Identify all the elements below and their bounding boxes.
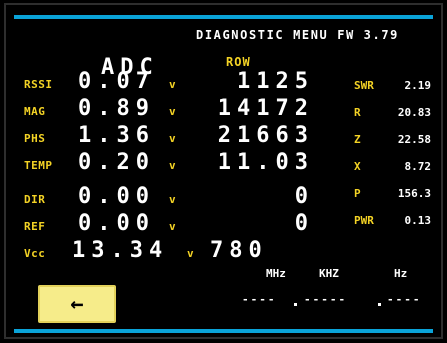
adc-value-mag: 0.89: [78, 96, 155, 121]
adc-value-rssi: 0.07: [78, 69, 155, 94]
freq-mhz-value: ----: [242, 293, 277, 306]
adc-unit-vcc: v: [187, 247, 194, 260]
freq-khz-value: -----: [304, 293, 348, 306]
reading-value-swr: 2.19: [404, 79, 432, 92]
reading-value-z: 22.58: [397, 133, 431, 146]
row-label-temp: TEMP: [24, 159, 53, 172]
raw-column-header: ROW: [226, 55, 251, 69]
raw-value-phs: 21663: [217, 123, 314, 148]
adc-value-dir: 0.00: [78, 184, 155, 209]
row-label-vcc: Vcc: [24, 247, 46, 260]
row-label-phs: PHS: [24, 132, 46, 145]
freq-decimal-dot: [294, 303, 297, 306]
top-accent-bar: [14, 15, 433, 19]
back-button[interactable]: ←: [38, 285, 116, 323]
freq-khz-label: KHZ: [319, 267, 339, 280]
bottom-accent-bar: [14, 329, 433, 333]
raw-value-rssi: 1125: [237, 69, 314, 94]
freq-hz-value: ----: [387, 293, 422, 306]
adc-value-temp: 0.20: [78, 150, 155, 175]
adc-unit-temp: v: [169, 159, 176, 172]
raw-value-vcc: 780: [210, 238, 268, 263]
arrow-left-icon: ←: [70, 291, 84, 317]
reading-label-x: X: [354, 160, 361, 173]
raw-value-dir: 0: [294, 184, 314, 209]
reading-label-z: Z: [354, 133, 361, 146]
raw-value-temp: 11.03: [217, 150, 314, 175]
freq-mhz-label: MHz: [266, 267, 286, 280]
adc-unit-rssi: v: [169, 78, 176, 91]
reading-value-r: 20.83: [397, 106, 431, 119]
adc-unit-phs: v: [169, 132, 176, 145]
adc-unit-dir: v: [169, 193, 176, 206]
reading-value-pwr: 0.13: [404, 214, 432, 227]
adc-value-phs: 1.36: [78, 123, 155, 148]
reading-label-p: P: [354, 187, 361, 200]
adc-unit-ref: v: [169, 220, 176, 233]
freq-thousands-dot: [378, 303, 381, 306]
reading-label-r: R: [354, 106, 361, 119]
row-label-rssi: RSSI: [24, 78, 53, 91]
reading-value-x: 8.72: [404, 160, 432, 173]
page-title: DIAGNOSTIC MENU FW 3.79: [196, 28, 399, 42]
row-label-ref: REF: [24, 220, 46, 233]
reading-value-p: 156.3: [397, 187, 431, 200]
adc-value-ref: 0.00: [78, 211, 155, 236]
adc-value-vcc: 13.34: [72, 238, 169, 263]
diagnostic-screen: DIAGNOSTIC MENU FW 3.79 ADC ROW RSSI 0.0…: [4, 3, 443, 339]
row-label-mag: MAG: [24, 105, 46, 118]
row-label-dir: DIR: [24, 193, 46, 206]
raw-value-ref: 0: [294, 211, 314, 236]
adc-unit-mag: v: [169, 105, 176, 118]
raw-value-mag: 14172: [217, 96, 314, 121]
freq-hz-label: Hz: [394, 267, 408, 280]
